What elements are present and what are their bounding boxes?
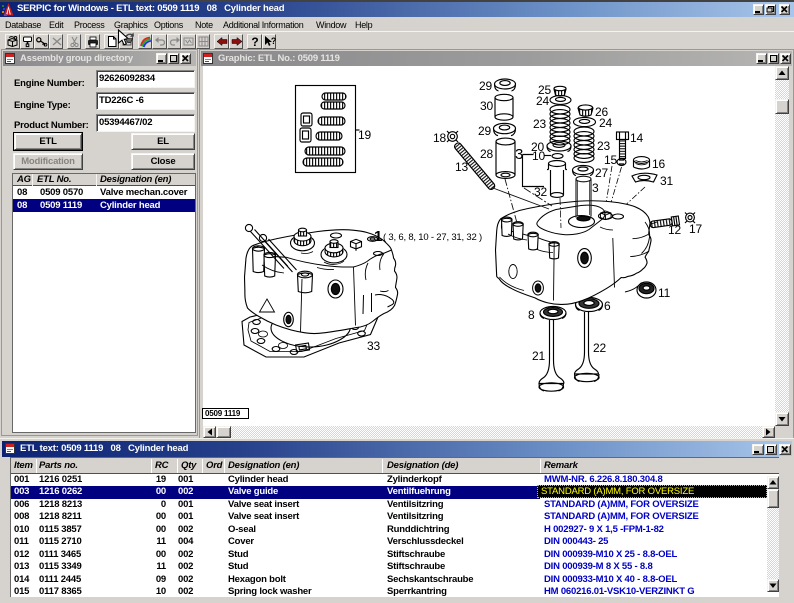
svg-text:21: 21 xyxy=(532,349,545,363)
svg-text:33: 33 xyxy=(367,339,380,353)
svg-text:32: 32 xyxy=(534,185,547,199)
svg-text:13: 13 xyxy=(455,160,468,174)
svg-text:31: 31 xyxy=(660,174,673,188)
svg-text:14: 14 xyxy=(630,131,643,145)
svg-text:23: 23 xyxy=(597,139,610,153)
svg-text:19: 19 xyxy=(358,128,371,142)
svg-text:1: 1 xyxy=(374,228,382,245)
svg-text:22: 22 xyxy=(593,341,606,355)
svg-text:17: 17 xyxy=(689,222,702,236)
svg-text:( 3, 6, 8, 10 - 27, 31, 32 ): ( 3, 6, 8, 10 - 27, 31, 32 ) xyxy=(383,232,482,243)
svg-text:23: 23 xyxy=(533,117,546,131)
svg-text:10: 10 xyxy=(532,149,545,163)
svg-text:8: 8 xyxy=(528,308,535,322)
svg-text:29: 29 xyxy=(478,124,491,138)
svg-text:?: ? xyxy=(251,35,258,48)
svg-text:28: 28 xyxy=(480,147,493,161)
svg-text:11: 11 xyxy=(658,286,671,300)
svg-text:3: 3 xyxy=(592,181,599,195)
svg-text:18: 18 xyxy=(433,131,446,145)
svg-text:30: 30 xyxy=(480,99,493,113)
svg-text:16: 16 xyxy=(652,157,665,171)
svg-text:27: 27 xyxy=(595,166,608,180)
svg-text:24: 24 xyxy=(536,94,549,108)
svg-text:6: 6 xyxy=(604,299,611,313)
svg-text:29: 29 xyxy=(479,79,492,93)
svg-text:?: ? xyxy=(270,36,275,46)
svg-text:15: 15 xyxy=(604,153,617,167)
svg-text:24: 24 xyxy=(599,116,612,130)
